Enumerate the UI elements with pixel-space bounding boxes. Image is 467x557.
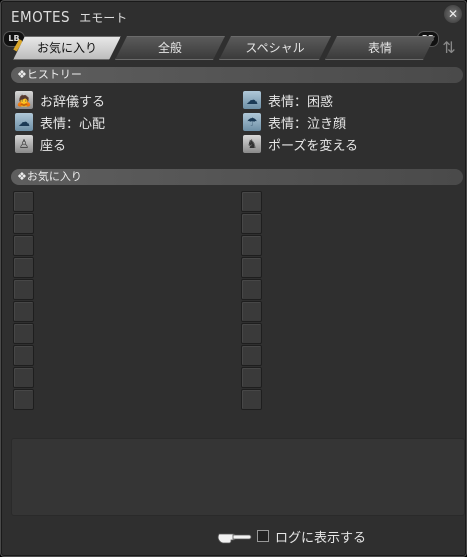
favorite-slot[interactable] (13, 213, 34, 234)
history-item[interactable]: ♙ 座る (15, 134, 66, 154)
emote-info-box (11, 438, 465, 516)
emotes-window: EMOTES エモート ✕ LB RB お気に入り 全般 スペシャル 表情 ⇅ … (0, 0, 467, 557)
history-item[interactable]: ☁ 表情：困惑 (243, 90, 333, 110)
favorite-slot[interactable] (13, 279, 34, 300)
history-header: ❖ヒストリー (11, 67, 463, 83)
crying-face-icon: ☂ (243, 113, 261, 131)
close-icon[interactable]: ✕ (444, 5, 462, 23)
sort-icon[interactable]: ⇅ (441, 38, 457, 58)
favorite-slot[interactable] (13, 345, 34, 366)
history-item[interactable]: ☂ 表情：泣き顔 (243, 112, 346, 132)
history-item-label: 表情：心配 (40, 116, 106, 132)
favorite-slot[interactable] (241, 301, 262, 322)
history-item-label: ポーズを変える (268, 138, 358, 154)
favorite-slot[interactable] (241, 235, 262, 256)
favorite-slot[interactable] (241, 257, 262, 278)
favorite-slot[interactable] (13, 367, 34, 388)
favorite-slot[interactable] (241, 323, 262, 344)
worried-face-icon: ☁ (15, 113, 33, 131)
history-item-label: 座る (40, 138, 67, 154)
history-item-label: 表情：泣き顔 (268, 116, 347, 132)
bow-icon: 🙇 (15, 91, 33, 109)
favorite-slot[interactable] (13, 389, 34, 410)
history-item-label: お辞儀する (40, 94, 106, 110)
favorite-slot[interactable] (241, 213, 262, 234)
sit-icon: ♙ (15, 135, 33, 153)
history-item-label: 表情：困惑 (268, 94, 334, 110)
tab-special[interactable]: スペシャル (219, 36, 331, 60)
favorite-slot[interactable] (13, 323, 34, 344)
favorite-slot[interactable] (241, 191, 262, 212)
puzzled-face-icon: ☁ (243, 91, 261, 109)
favorite-slot[interactable] (13, 257, 34, 278)
favorite-slot[interactable] (13, 301, 34, 322)
favorite-slot[interactable] (13, 191, 34, 212)
favorite-slot[interactable] (241, 279, 262, 300)
window-subtitle: エモート (79, 11, 128, 25)
favorites-header: ❖お気に入り (11, 169, 463, 185)
log-label: ログに表示する (275, 530, 367, 546)
log-toggle[interactable]: ログに表示する (217, 525, 366, 547)
tab-bar: お気に入り 全般 スペシャル 表情 (7, 36, 459, 60)
history-item[interactable]: ☁ 表情：心配 (15, 112, 105, 132)
pointing-hand-icon (217, 533, 252, 544)
title-bar: EMOTES エモート (11, 7, 127, 31)
favorite-slot[interactable] (241, 345, 262, 366)
change-pose-icon: ♞ (243, 135, 261, 153)
tab-expressions[interactable]: 表情 (325, 36, 435, 60)
tab-favorites[interactable]: お気に入り (13, 36, 121, 60)
favorite-slot[interactable] (241, 389, 262, 410)
history-item[interactable]: 🙇 お辞儀する (15, 90, 105, 110)
log-checkbox[interactable] (257, 530, 269, 542)
window-title: EMOTES (11, 8, 71, 26)
history-item[interactable]: ♞ ポーズを変える (243, 134, 358, 154)
tab-general[interactable]: 全般 (115, 36, 225, 60)
favorite-slot[interactable] (13, 235, 34, 256)
favorite-slot[interactable] (241, 367, 262, 388)
